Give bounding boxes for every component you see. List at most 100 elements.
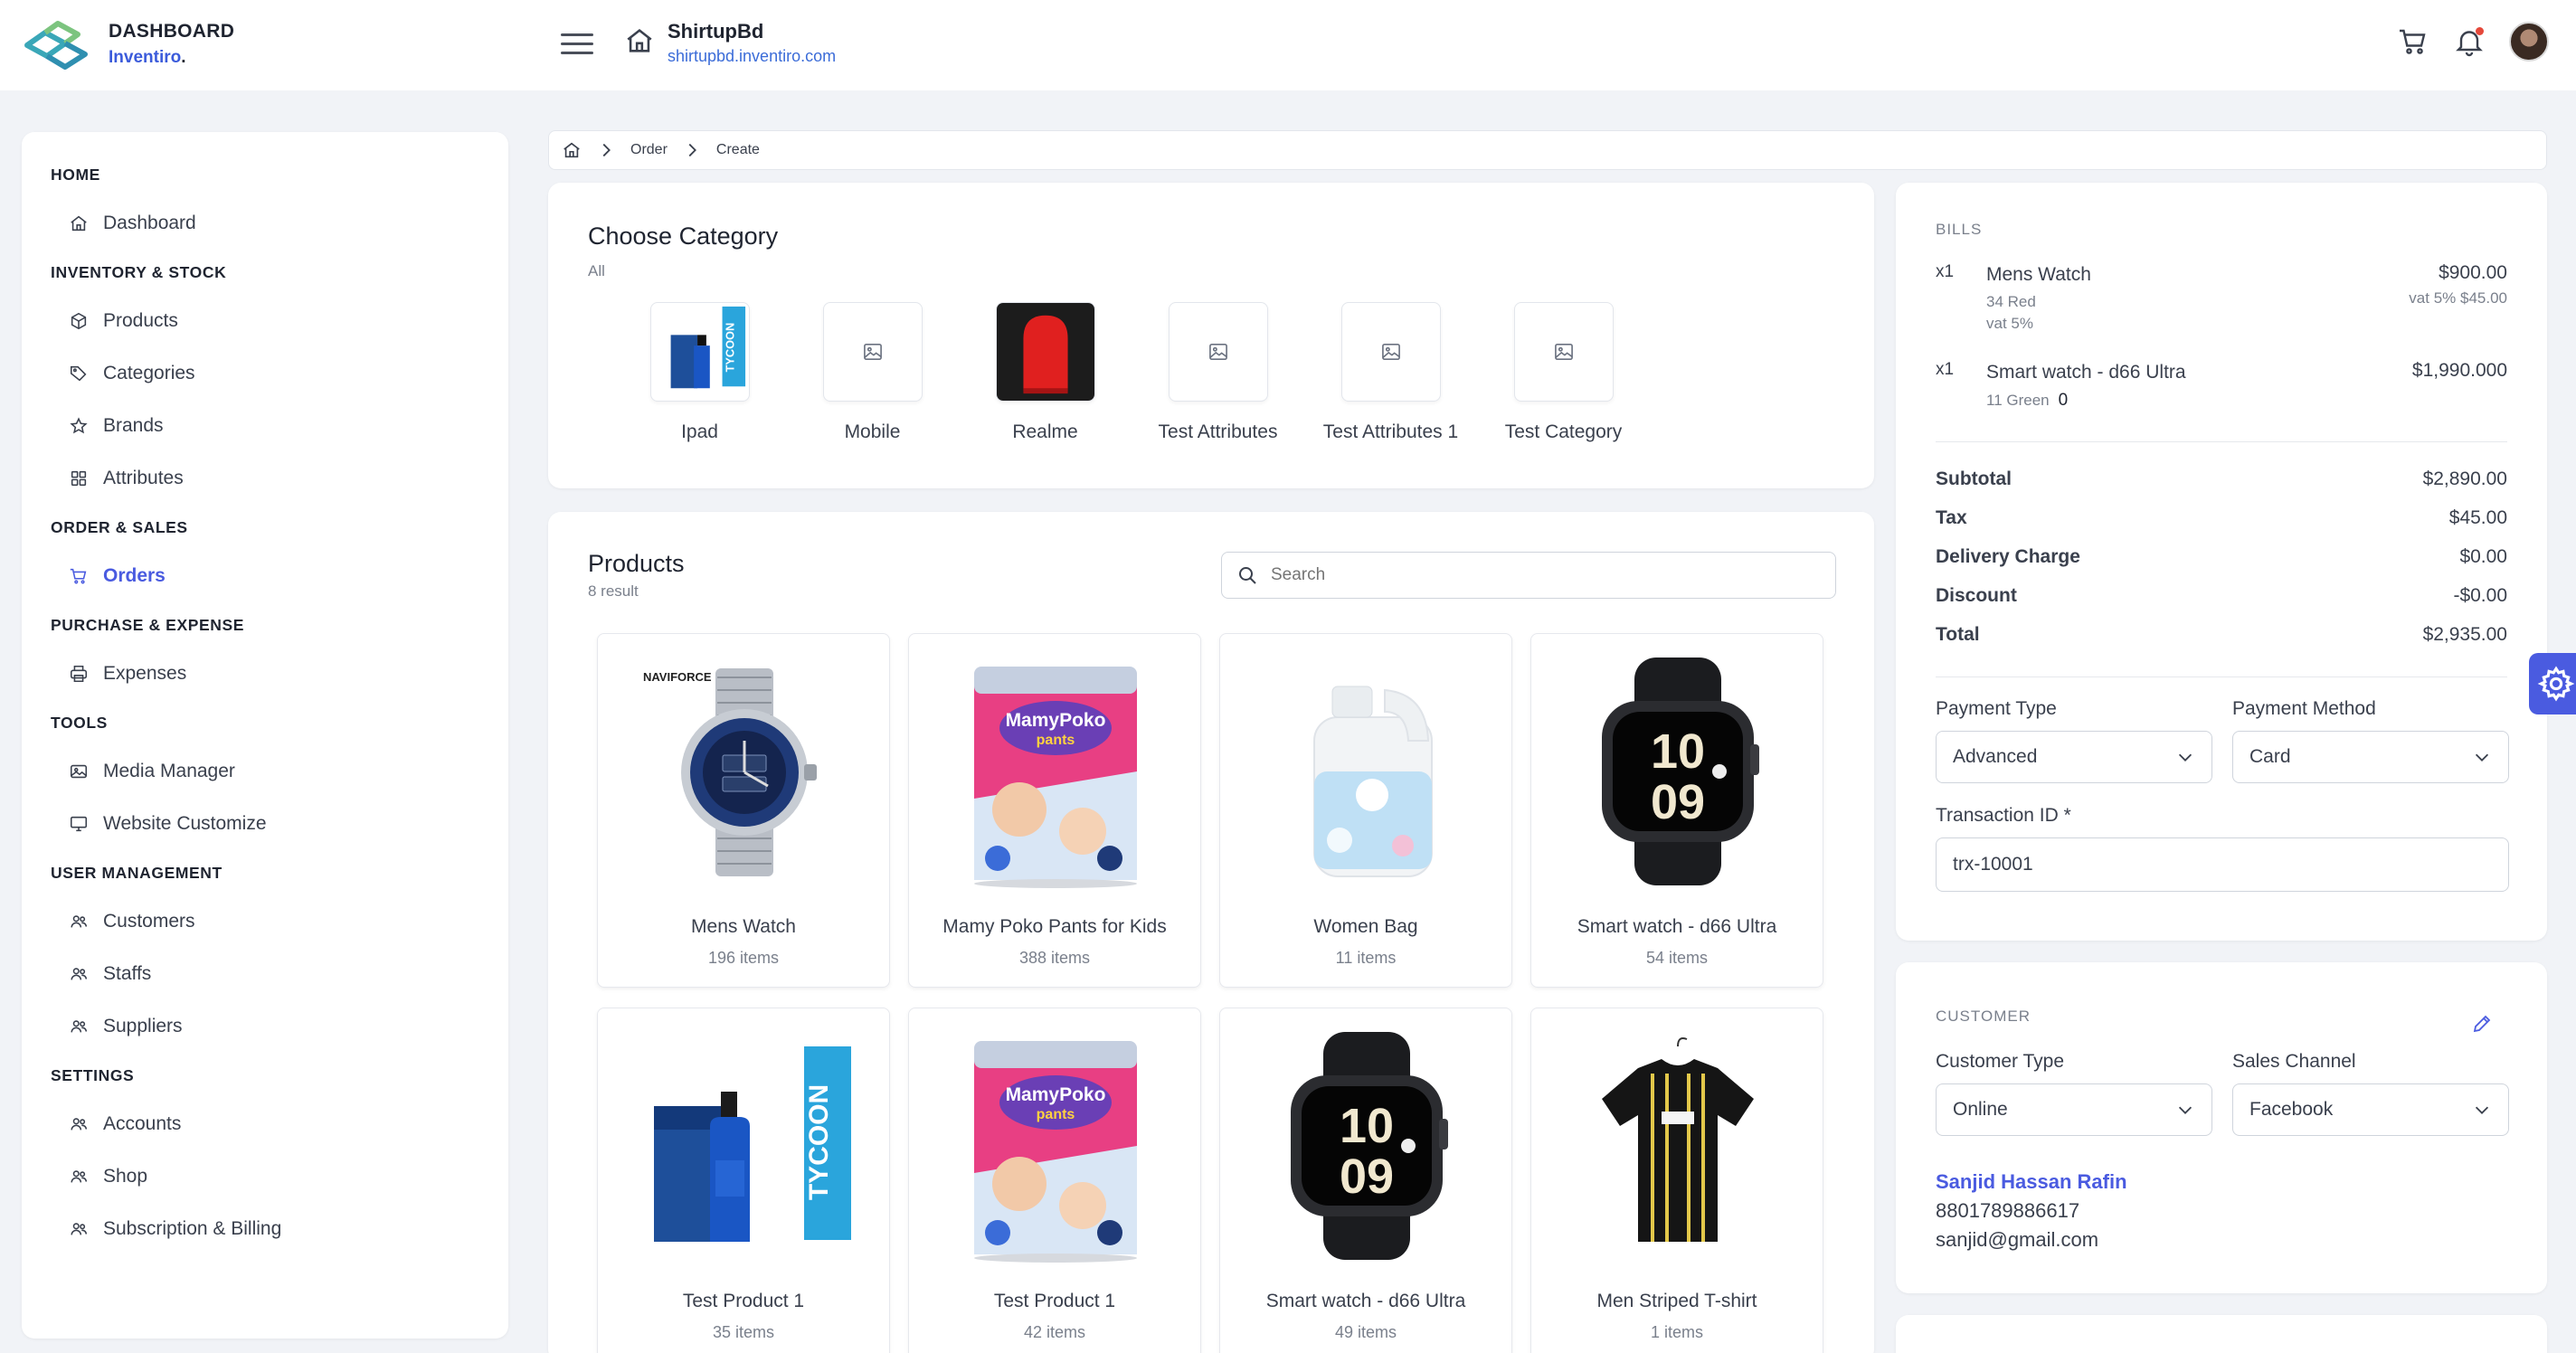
star-icon — [70, 417, 88, 434]
sidebar-item-label: Expenses — [103, 663, 187, 684]
summary-tax: Tax $45.00 — [1936, 507, 2507, 529]
customer-phone: 8801789886617 — [1936, 1199, 2080, 1222]
sidebar-item-customers[interactable]: Customers — [22, 895, 508, 948]
payment-method-select[interactable]: Card — [2232, 731, 2509, 783]
sidebar-item-suppliers[interactable]: Suppliers — [22, 1000, 508, 1053]
sidebar-item-attributes[interactable]: Attributes — [22, 452, 508, 505]
sidebar-item-media-manager[interactable]: Media Manager — [22, 745, 508, 798]
chevron-down-icon — [2178, 753, 2192, 762]
product-card[interactable]: NAVIFORCE Mens Watch 196 items — [597, 633, 890, 988]
product-name: Smart watch - d66 Ultra — [1265, 1291, 1466, 1311]
search-icon — [1239, 567, 1256, 584]
product-card[interactable]: Men Striped T-shirt 1 items — [1530, 1008, 1823, 1353]
product-card[interactable]: 10 09 Smart watch - d66 Ultra 49 items — [1219, 1008, 1512, 1353]
pencil-icon[interactable] — [2471, 1013, 2493, 1035]
sidebar-item-orders[interactable]: Orders — [22, 550, 508, 602]
sidebar-item-expenses[interactable]: Expenses — [22, 648, 508, 700]
sidebar-section-title: USER MANAGEMENT — [51, 864, 223, 882]
svg-text:10: 10 — [1340, 1099, 1394, 1153]
sidebar-item-label: Orders — [103, 565, 166, 586]
product-search[interactable] — [1221, 552, 1836, 599]
home-icon[interactable] — [562, 140, 582, 160]
cart-button[interactable] — [2397, 25, 2429, 58]
image-placeholder-icon — [822, 302, 923, 402]
category-realme[interactable]: Realme — [959, 302, 1132, 443]
chevron-down-icon — [2475, 753, 2489, 762]
search-input[interactable] — [1271, 565, 1814, 585]
bill-item-vat: vat 5% $45.00 — [2409, 289, 2507, 307]
summary-label: Discount — [1936, 585, 2017, 606]
breadcrumb-order[interactable]: Order — [630, 142, 668, 158]
summary-discount: Discount -$0.00 — [1936, 585, 2507, 607]
bills-panel: BILLS x1 Mens Watch 34 Red vat 5% $900.0… — [1896, 183, 2547, 941]
sidebar-item-label: Brands — [103, 415, 164, 436]
transaction-id-input[interactable] — [1936, 837, 2509, 892]
sidebar-item-categories[interactable]: Categories — [22, 347, 508, 400]
notification-button[interactable] — [2453, 25, 2486, 58]
category-test-attributes-1[interactable]: Test Attributes 1 — [1304, 302, 1477, 443]
chevron-down-icon — [2475, 1106, 2489, 1114]
category-label: Test Attributes 1 — [1322, 421, 1459, 442]
users-icon — [71, 1223, 88, 1235]
settings-button[interactable] — [2529, 653, 2576, 714]
product-image: 10 09 — [1249, 1028, 1484, 1263]
sidebar-item-products[interactable]: Products — [22, 295, 508, 347]
bills-title: BILLS — [1936, 221, 1983, 238]
shop-url[interactable]: shirtupbd.inventiro.com — [668, 47, 836, 66]
customer-type-select[interactable]: Online — [1936, 1083, 2212, 1136]
category-ipad[interactable]: TYCOON Ipad — [613, 302, 786, 443]
users-icon — [71, 915, 88, 928]
sidebar-item-staffs[interactable]: Staffs — [22, 948, 508, 1000]
category-mobile[interactable]: Mobile — [786, 302, 959, 443]
category-filter-all[interactable]: All — [588, 262, 605, 280]
sidebar-item-label: Staffs — [103, 963, 152, 984]
sidebar-item-website-customize[interactable]: Website Customize — [22, 798, 508, 850]
sidebar-item-label: Attributes — [103, 468, 184, 488]
sidebar-item-brands[interactable]: Brands — [22, 400, 508, 452]
customer-name[interactable]: Sanjid Hassan Rafin — [1936, 1170, 2127, 1194]
sidebar-item-label: Products — [103, 310, 178, 331]
breadcrumb: Order Create — [548, 130, 2547, 170]
payment-type-label: Payment Type — [1936, 698, 2057, 719]
svg-text:TYCOON: TYCOON — [804, 1084, 834, 1200]
svg-text:NAVIFORCE: NAVIFORCE — [643, 670, 712, 684]
sidebar-item-accounts[interactable]: Accounts — [22, 1098, 508, 1150]
category-test-category[interactable]: Test Category — [1477, 302, 1650, 443]
users-icon — [71, 1020, 88, 1033]
svg-text:TYCOON: TYCOON — [723, 323, 736, 373]
summary-subtotal: Subtotal $2,890.00 — [1936, 468, 2507, 490]
notification-badge — [2476, 27, 2484, 35]
product-card[interactable]: 10 09 Smart watch - d66 Ultra 54 items — [1530, 633, 1823, 988]
brand-title: DASHBOARD — [109, 21, 235, 42]
summary-value: -$0.00 — [2453, 585, 2507, 606]
sidebar-section-title: INVENTORY & STOCK — [51, 263, 227, 281]
product-card[interactable]: MamyPoko pants Mamy Poko Pants for Kids … — [908, 633, 1201, 988]
bill-item: x1 Smart watch - d66 Ultra 11 Green 0 $1,… — [1936, 360, 2507, 414]
menu-toggle-button[interactable] — [561, 27, 593, 60]
sidebar-item-subscription-billing[interactable]: Subscription & Billing — [22, 1203, 508, 1255]
sidebar-item-shop[interactable]: Shop — [22, 1150, 508, 1203]
customer-panel: CUSTOMER Customer Type Sales Channel Onl… — [1896, 962, 2547, 1293]
svg-text:pants: pants — [1037, 733, 1075, 748]
brand-subtitle: Inventiro — [109, 48, 182, 67]
sidebar-item-label: Categories — [103, 363, 195, 383]
sidebar-section-title: ORDER & SALES — [51, 518, 188, 536]
sidebar-item-dashboard[interactable]: Dashboard — [22, 197, 508, 250]
user-avatar[interactable] — [2509, 22, 2549, 62]
product-card[interactable]: TYCOON Test Product 1 35 items — [597, 1008, 890, 1353]
product-card[interactable]: MamyPoko pants Test Product 1 42 items — [908, 1008, 1201, 1353]
shop-selector[interactable]: ShirtupBd shirtupbd.inventiro.com — [624, 20, 836, 66]
summary-value: $0.00 — [2459, 546, 2507, 567]
bill-item-variant: 11 Green — [1986, 392, 2050, 409]
product-card[interactable]: Women Bag 11 items — [1219, 633, 1512, 988]
customer-type-value: Online — [1953, 1099, 2008, 1120]
summary-value: $2,890.00 — [2422, 468, 2507, 489]
svg-text:09: 09 — [1651, 775, 1705, 829]
payment-type-select[interactable]: Advanced — [1936, 731, 2212, 783]
summary-label: Subtotal — [1936, 468, 2012, 489]
brand[interactable]: DASHBOARD Inventiro. — [18, 14, 234, 74]
product-stock-count: 49 items — [1334, 1323, 1397, 1341]
bill-item-vat-rate: vat 5% — [1986, 315, 2033, 332]
sales-channel-select[interactable]: Facebook — [2232, 1083, 2509, 1136]
category-test-attributes[interactable]: Test Attributes — [1132, 302, 1304, 443]
